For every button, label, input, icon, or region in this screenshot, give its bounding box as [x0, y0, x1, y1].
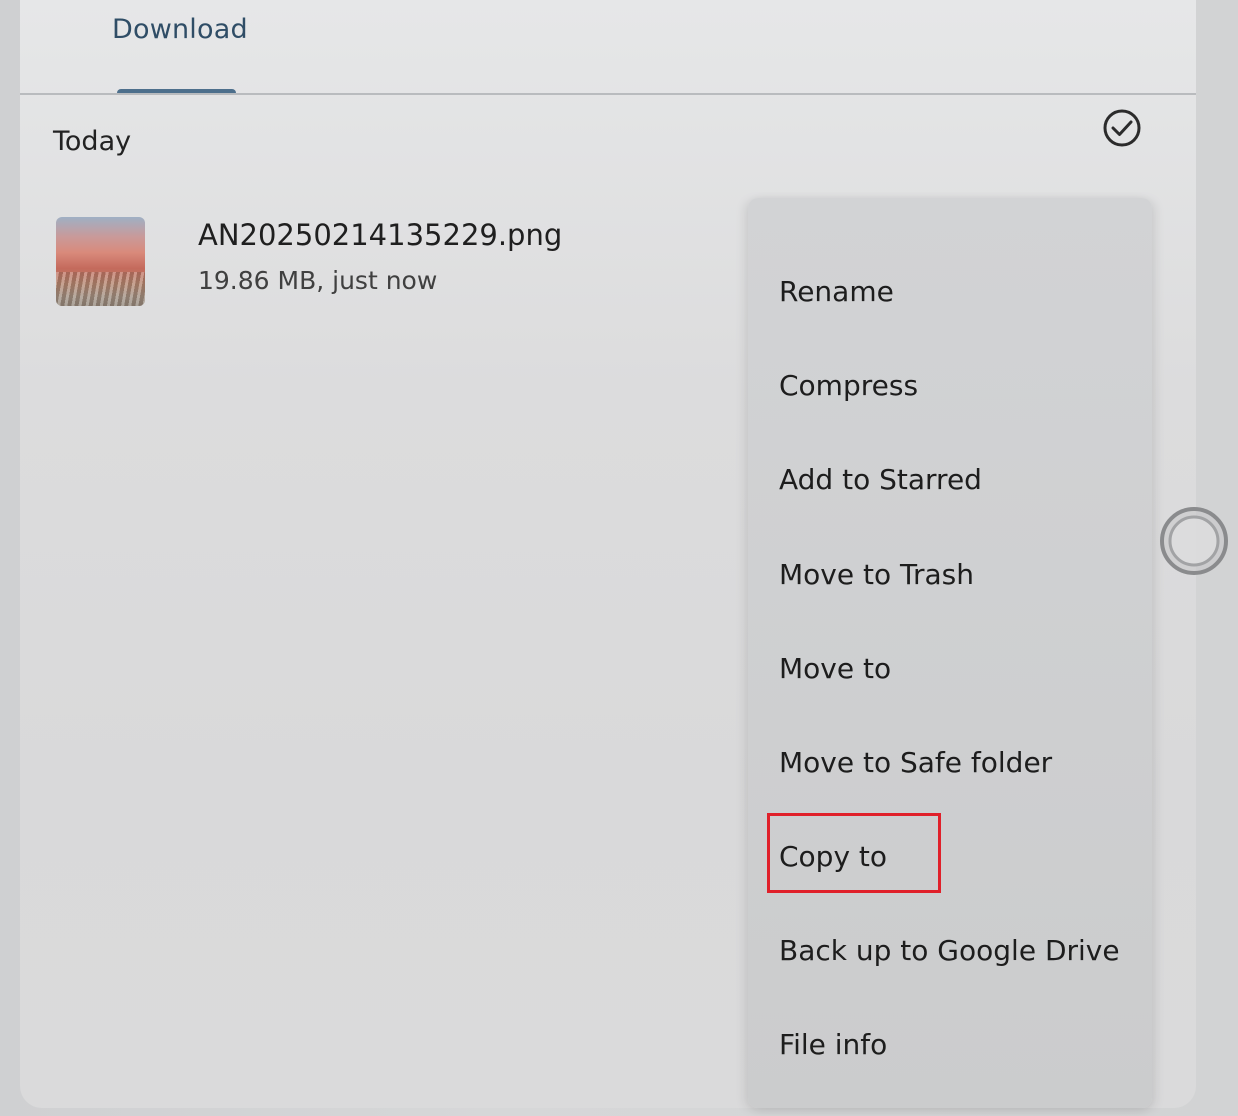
menu-item-rename[interactable]: Rename [748, 244, 1152, 338]
menu-item-move-to-safe-folder[interactable]: Move to Safe folder [748, 715, 1152, 809]
menu-item-add-to-starred[interactable]: Add to Starred [748, 432, 1152, 526]
menu-item-file-info[interactable]: File info [748, 997, 1152, 1091]
menu-item-label: Compress [779, 368, 919, 402]
tab-divider [20, 93, 1196, 95]
menu-item-label: Add to Starred [779, 462, 982, 496]
menu-item-label: Move to Trash [779, 557, 974, 591]
menu-item-label: File info [779, 1027, 888, 1061]
tab-bar: Download [20, 0, 1196, 95]
menu-item-move-to-trash[interactable]: Move to Trash [748, 527, 1152, 621]
context-menu: Rename Compress Add to Starred Move to T… [748, 198, 1152, 1108]
menu-item-label: Move to Safe folder [779, 745, 1053, 779]
tab-download[interactable]: Download [112, 12, 262, 95]
menu-item-move-to[interactable]: Move to [748, 621, 1152, 715]
menu-item-label: Back up to Google Drive [779, 933, 1120, 967]
menu-item-label: Rename [779, 274, 894, 308]
file-meta: 19.86 MB, just now [198, 266, 438, 295]
file-list-item[interactable]: AN20250214135229.png 19.86 MB, just now [54, 212, 774, 312]
file-thumbnail [56, 217, 145, 306]
menu-item-back-up-to-google-drive[interactable]: Back up to Google Drive [748, 903, 1152, 997]
highlight-box-copy-to [767, 813, 941, 893]
check-circle-icon[interactable] [1100, 106, 1144, 150]
section-header-today: Today [53, 126, 132, 157]
touch-cursor-icon [1158, 506, 1230, 576]
menu-item-label: Move to [779, 651, 892, 685]
tab-download-label: Download [112, 14, 248, 45]
file-name: AN20250214135229.png [198, 218, 563, 252]
menu-item-compress[interactable]: Compress [748, 338, 1152, 432]
